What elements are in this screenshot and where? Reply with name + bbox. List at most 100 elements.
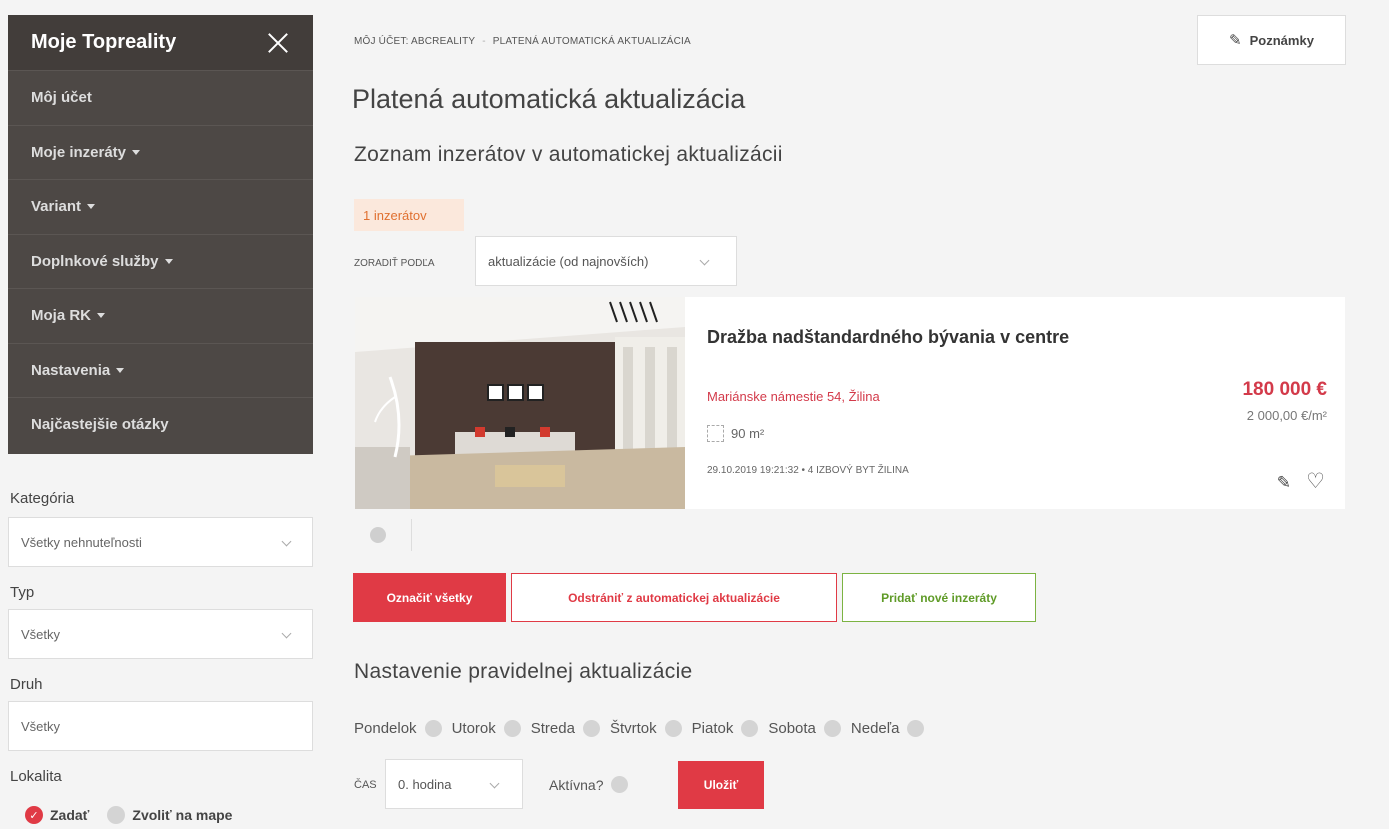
sort-value: aktualizácie (od najnovších) [488,253,649,269]
notes-button-label: Poznámky [1249,32,1314,48]
listing-checkbox[interactable] [370,527,386,543]
schedule-title: Nastavenie pravidelnej aktualizácie [354,660,693,683]
account-menu-header: Moje Topreality [8,15,313,70]
listing-area-value: 90 m² [731,426,765,441]
chevron-down-icon [489,778,500,789]
day-label: Utorok [451,720,496,737]
caret-down-icon [116,367,125,373]
category-label: Kategória [10,490,75,507]
breadcrumb: MÔJ ÚČET: ABCREALITY - PLATENÁ AUTOMATICKÁ… [354,36,691,47]
menu-item-label: Nastavenia [31,361,111,379]
day-thursday[interactable]: Štvrtok [610,720,682,737]
remove-from-auto-update-button[interactable]: Odstrániť z automatickej aktualizácie [511,573,837,622]
day-label: Nedeľa [850,720,900,737]
breadcrumb-separator: - [482,36,486,47]
sort-label: ZORADIŤ PODĽA [354,258,435,269]
menu-item-label: Doplnkové služby [31,252,159,270]
time-label: ČAS [354,779,377,791]
caret-down-icon [132,149,141,155]
select-all-button[interactable]: Označiť všetky [353,573,506,622]
list-title: Zoznam inzerátov v automatickej aktualiz… [354,143,783,166]
kind-value: Všetky [21,718,61,734]
close-icon[interactable] [267,32,289,54]
day-wednesday[interactable]: Streda [531,720,600,737]
breadcrumb-item-current: PLATENÁ AUTOMATICKÁ AKTUALIZÁCIA [492,36,691,47]
chevron-down-icon [281,628,292,639]
sort-select[interactable]: aktualizácie (od najnovších) [475,236,737,286]
divider [411,519,412,551]
listing-price-per-m2: 2 000,00 €/m² [1246,408,1327,423]
radio-icon[interactable] [582,720,600,737]
time-select[interactable]: 0. hodina [385,759,523,809]
location-label: Lokalita [10,768,62,785]
listing-area: 90 m² [707,425,764,442]
heart-icon[interactable]: ♡ [1306,469,1325,494]
type-label: Typ [10,584,35,601]
category-value: Všetky nehnuteľnosti [21,534,142,550]
radio-icon[interactable] [907,720,925,737]
menu-item-label: Moje inzeráty [31,143,127,161]
kind-select[interactable]: Všetky [8,701,313,751]
radio-icon[interactable] [611,776,629,793]
time-value: 0. hodina [398,776,452,792]
day-friday[interactable]: Piatok [692,720,759,737]
pencil-icon: ✎ [1229,32,1242,49]
listing-meta: 29.10.2019 19:21:32 • 4 IZBOVÝ BYT ŽILIN… [707,465,909,476]
menu-item-settings[interactable]: Nastavenia [8,342,313,398]
listing-photo[interactable] [355,297,685,509]
caret-down-icon [87,204,96,210]
menu-item-extra-services[interactable]: Doplnkové služby [8,233,313,289]
page-title: Platená automatická aktualizácia [352,84,746,114]
listing-count-badge: 1 inzerátov [354,199,464,231]
menu-item-label: Môj účet [31,89,92,107]
area-icon [707,425,724,442]
radio-icon[interactable] [664,720,682,737]
kind-label: Druh [10,676,43,693]
listing-title[interactable]: Dražba nadštandardného bývania v centre [707,327,1069,348]
account-menu: Moje Topreality Môj účet Moje inzeráty V… [8,15,313,454]
day-label: Pondelok [354,720,417,737]
day-saturday[interactable]: Sobota [768,720,841,737]
account-menu-title: Moje Topreality [31,31,177,53]
menu-item-my-listings[interactable]: Moje inzeráty [8,124,313,180]
caret-down-icon [97,313,105,319]
day-label: Piatok [691,720,734,737]
menu-item-label: Variant [31,198,82,216]
menu-item-label: Moja RK [31,307,91,325]
radio-icon[interactable] [503,720,521,737]
chevron-down-icon [281,536,292,547]
day-label: Štvrtok [609,720,657,737]
weekday-options: Pondelok Utorok Streda Štvrtok Piatok So… [354,720,934,737]
radio-icon[interactable] [823,720,841,737]
radio-icon[interactable] [107,806,126,824]
listing-price: 180 000 € [1242,379,1327,400]
day-monday[interactable]: Pondelok [354,720,442,737]
add-new-listings-button[interactable]: Pridať nové inzeráty [842,573,1036,622]
save-button[interactable]: Uložiť [678,761,764,809]
pencil-icon[interactable]: ✎ [1277,473,1291,493]
radio-icon[interactable] [424,720,442,737]
day-tuesday[interactable]: Utorok [452,720,521,737]
type-value: Všetky [21,626,61,642]
menu-item-my-account[interactable]: Môj účet [8,70,313,125]
listing-card[interactable]: Dražba nadštandardného bývania v centre … [355,297,1345,509]
check-icon[interactable]: ✓ [25,806,43,824]
chevron-down-icon [699,255,710,266]
type-select[interactable]: Všetky [8,609,313,659]
location-options: ✓ Zadať Zvoliť na mape [25,806,232,824]
radio-icon[interactable] [741,720,759,737]
menu-item-my-agency[interactable]: Moja RK [8,288,313,343]
breadcrumb-item-account[interactable]: MÔJ ÚČET: ABCREALITY [354,36,475,47]
category-select[interactable]: Všetky nehnuteľnosti [8,517,313,567]
notes-button[interactable]: ✎ Poznámky [1197,15,1346,65]
day-label: Streda [530,720,575,737]
location-option-map[interactable]: Zvoliť na mape [132,807,232,823]
day-sunday[interactable]: Nedeľa [851,720,925,737]
day-label: Sobota [768,720,816,737]
menu-item-label: Najčastejšie otázky [31,416,169,434]
location-option-enter[interactable]: Zadať [50,807,89,823]
menu-item-variant[interactable]: Variant [8,179,313,234]
active-label: Aktívna? [549,776,604,793]
menu-item-faq[interactable]: Najčastejšie otázky [8,397,313,452]
active-toggle[interactable]: Aktívna? [549,776,629,793]
